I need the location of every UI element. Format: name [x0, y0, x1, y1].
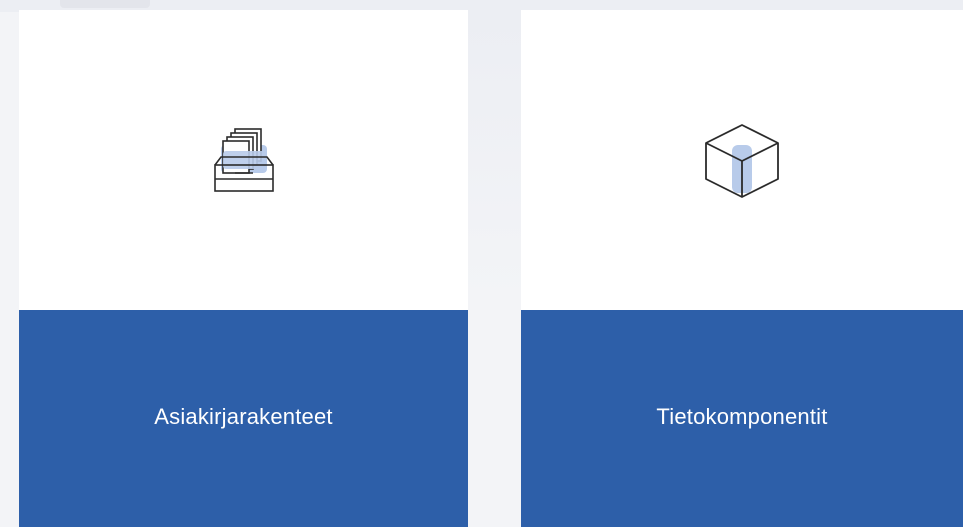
- card-icon-area[interactable]: [521, 10, 963, 310]
- card-gap: [468, 10, 521, 300]
- card-label-area[interactable]: Asiakirjarakenteet: [19, 310, 468, 527]
- card-asiakirjarakenteet[interactable]: Asiakirjarakenteet: [19, 10, 468, 527]
- card-label: Tietokomponentit: [656, 403, 828, 429]
- card-tietokomponentit[interactable]: Tietokomponentit: [521, 10, 963, 527]
- card-label: Asiakirjarakenteet: [154, 403, 333, 429]
- card-label-area[interactable]: Tietokomponentit: [521, 310, 963, 527]
- document-drawer-icon: [213, 128, 274, 192]
- card-icon-area[interactable]: [19, 10, 468, 310]
- page: Asiakirjarakenteet Tietokomponentit: [0, 0, 963, 527]
- cube-icon: [705, 124, 779, 198]
- top-strip-shade: [60, 0, 150, 8]
